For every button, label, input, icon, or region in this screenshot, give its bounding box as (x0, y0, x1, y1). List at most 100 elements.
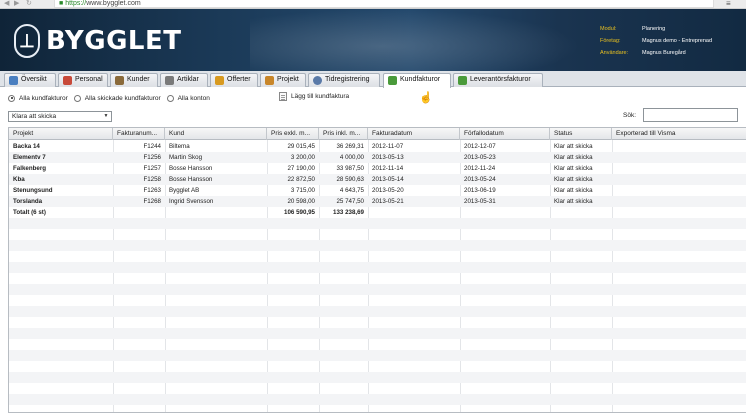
session-info: Modul: Planering Företag: Magnus demo - En… (600, 23, 712, 59)
table-cell (165, 207, 267, 218)
module-value: Planering (642, 26, 666, 32)
table-row[interactable]: Elementv 7 F1256 Martin Skog 3 200,00 4 000,… (9, 152, 746, 163)
tab-label: Kunder (127, 76, 150, 83)
mouse-cursor-icon: ☝ (419, 92, 433, 104)
tab-projekt[interactable]: Projekt (260, 73, 306, 87)
filter-all-invoices[interactable]: Alla kundfakturor (8, 94, 68, 102)
table-cell: Klar att skicka (554, 154, 593, 161)
table-cell: Klar att skicka (554, 198, 593, 205)
table-cell (113, 207, 165, 218)
tab-personal[interactable]: Personal (58, 73, 108, 87)
tab-leverantorsfakturor[interactable]: Leverantörsfakturor (453, 73, 543, 87)
table-cell: F1256 (143, 154, 161, 161)
module-label: Modul: (600, 26, 617, 32)
project-icon (265, 76, 274, 85)
table-row[interactable]: Stenungsund F1263 Bygglet AB 3 715,00 4 643,… (9, 185, 746, 196)
reload-icon[interactable]: ↻ (26, 0, 32, 8)
table-cell: Bosse Hansson (169, 176, 213, 183)
table-cell: 2013-06-19 (464, 187, 496, 194)
table-cell: Elementv 7 (13, 154, 46, 161)
table-cell: 4 000,00 (339, 154, 364, 161)
column-header[interactable]: Exporterad till Visma (612, 128, 746, 140)
column-header[interactable]: Fakturadatum (368, 128, 460, 140)
column-header[interactable]: Kund (165, 128, 267, 140)
company-label: Företag: (600, 38, 621, 44)
back-icon[interactable]: ◀ (4, 0, 9, 8)
table-empty-row (9, 273, 746, 284)
table-cell: Totalt (6 st) (13, 209, 46, 216)
table-cell: 2012-11-07 (372, 143, 404, 150)
tab-kunder[interactable]: Kunder (110, 73, 158, 87)
tab-tidregistrering[interactable]: Tidregistrering (308, 73, 380, 87)
table-cell: 4 643,75 (339, 187, 364, 194)
table-cell (612, 163, 746, 174)
main-tabs: Översikt Personal Kunder Artiklar Offert… (0, 71, 746, 88)
table-cell: 2012-11-14 (372, 165, 404, 172)
table-empty-row (9, 251, 746, 262)
table-cell: 2012-12-07 (464, 143, 496, 150)
table-empty-row (9, 262, 746, 273)
column-header[interactable]: Fakturanum... (113, 128, 165, 140)
tab-offerter[interactable]: Offerter (210, 73, 258, 87)
customers-icon (115, 76, 124, 85)
status-select[interactable]: Klara att skicka ▼ (8, 111, 112, 122)
filter-all-accounts[interactable]: Alla konton (166, 94, 210, 102)
search-input[interactable] (643, 108, 738, 122)
table-cell: 2013-05-14 (372, 176, 404, 183)
forward-icon[interactable]: ▶ (14, 0, 19, 8)
table-cell: Ingrid Svensson (169, 198, 214, 205)
invoice-filters: Alla kundfakturor Alla skickade kundfakt… (8, 93, 216, 103)
tab-oversikt[interactable]: Översikt (4, 73, 56, 87)
table-cell (612, 207, 746, 218)
column-header[interactable]: Förfallodatum (460, 128, 550, 140)
table-cell: Klar att skicka (554, 187, 593, 194)
radio-icon[interactable] (8, 94, 15, 102)
supplier-invoice-icon (458, 76, 467, 85)
table-row[interactable]: Kba F1258 Bosse Hansson 22 872,50 28 590,63 2… (9, 174, 746, 185)
table-empty-row (9, 405, 746, 412)
table-cell: 2013-05-23 (464, 154, 496, 161)
table-row[interactable]: Backa 14 F1244 Biltema 29 015,45 36 269,31 20… (9, 141, 746, 152)
table-cell (612, 152, 746, 163)
radio-icon[interactable] (73, 94, 81, 102)
offers-icon (215, 76, 224, 85)
radio-icon[interactable] (166, 94, 174, 102)
table-cell: Klar att skicka (554, 165, 593, 172)
table-empty-row (9, 284, 746, 295)
table-cell (612, 185, 746, 196)
user-value: Magnus Buregård (642, 50, 686, 56)
table-total-row[interactable]: Totalt (6 st) 106 590,95 133 238,69 (9, 207, 746, 218)
table-cell: 36 269,31 (336, 143, 364, 150)
column-header[interactable]: Status (550, 128, 612, 140)
address-bar[interactable]: ■ https://www.bygglet.com (54, 0, 714, 8)
table-cell (550, 207, 612, 218)
column-header[interactable]: Pris inkl. m... (319, 128, 368, 140)
browser-toolbar: ◀ ▶ ↻ ■ https://www.bygglet.com ≡ (0, 0, 746, 9)
table-cell (368, 207, 460, 218)
tab-artiklar[interactable]: Artiklar (160, 73, 208, 87)
table-cell: 33 987,50 (336, 165, 364, 172)
filter-label: Alla skickade kundfakturor (84, 94, 161, 102)
articles-icon (165, 76, 174, 85)
tab-label: Tidregistrering (325, 76, 370, 83)
filter-sent-invoices[interactable]: Alla skickade kundfakturor (73, 94, 161, 102)
table-cell: 29 015,45 (287, 143, 315, 150)
column-header[interactable]: Pris exkl. m... (267, 128, 319, 140)
table-cell: 2013-05-21 (372, 198, 404, 205)
add-invoice-label: Lägg till kundfaktura (291, 93, 350, 100)
table-row[interactable]: Falkenberg F1257 Bosse Hansson 27 190,00 33 … (9, 163, 746, 174)
app-header: ⊥ BYGGLET Modul: Planering Företag: Magnus… (0, 9, 746, 71)
tab-kundfakturor[interactable]: Kundfakturor (383, 73, 451, 88)
table-cell: 2013-05-13 (372, 154, 404, 161)
table-cell: Klar att skicka (554, 143, 593, 150)
column-header[interactable]: Projekt (9, 128, 113, 140)
table-cell: F1244 (143, 143, 161, 150)
table-empty-row (9, 383, 746, 394)
table-cell (612, 196, 746, 207)
table-empty-row (9, 295, 746, 306)
browser-menu-icon[interactable]: ≡ (726, 0, 734, 8)
table-empty-row (9, 372, 746, 383)
add-invoice-button[interactable]: Lägg till kundfaktura (279, 92, 349, 101)
table-cell (612, 141, 746, 152)
table-row[interactable]: Torslanda F1268 Ingrid Svensson 20 598,00 25… (9, 196, 746, 207)
